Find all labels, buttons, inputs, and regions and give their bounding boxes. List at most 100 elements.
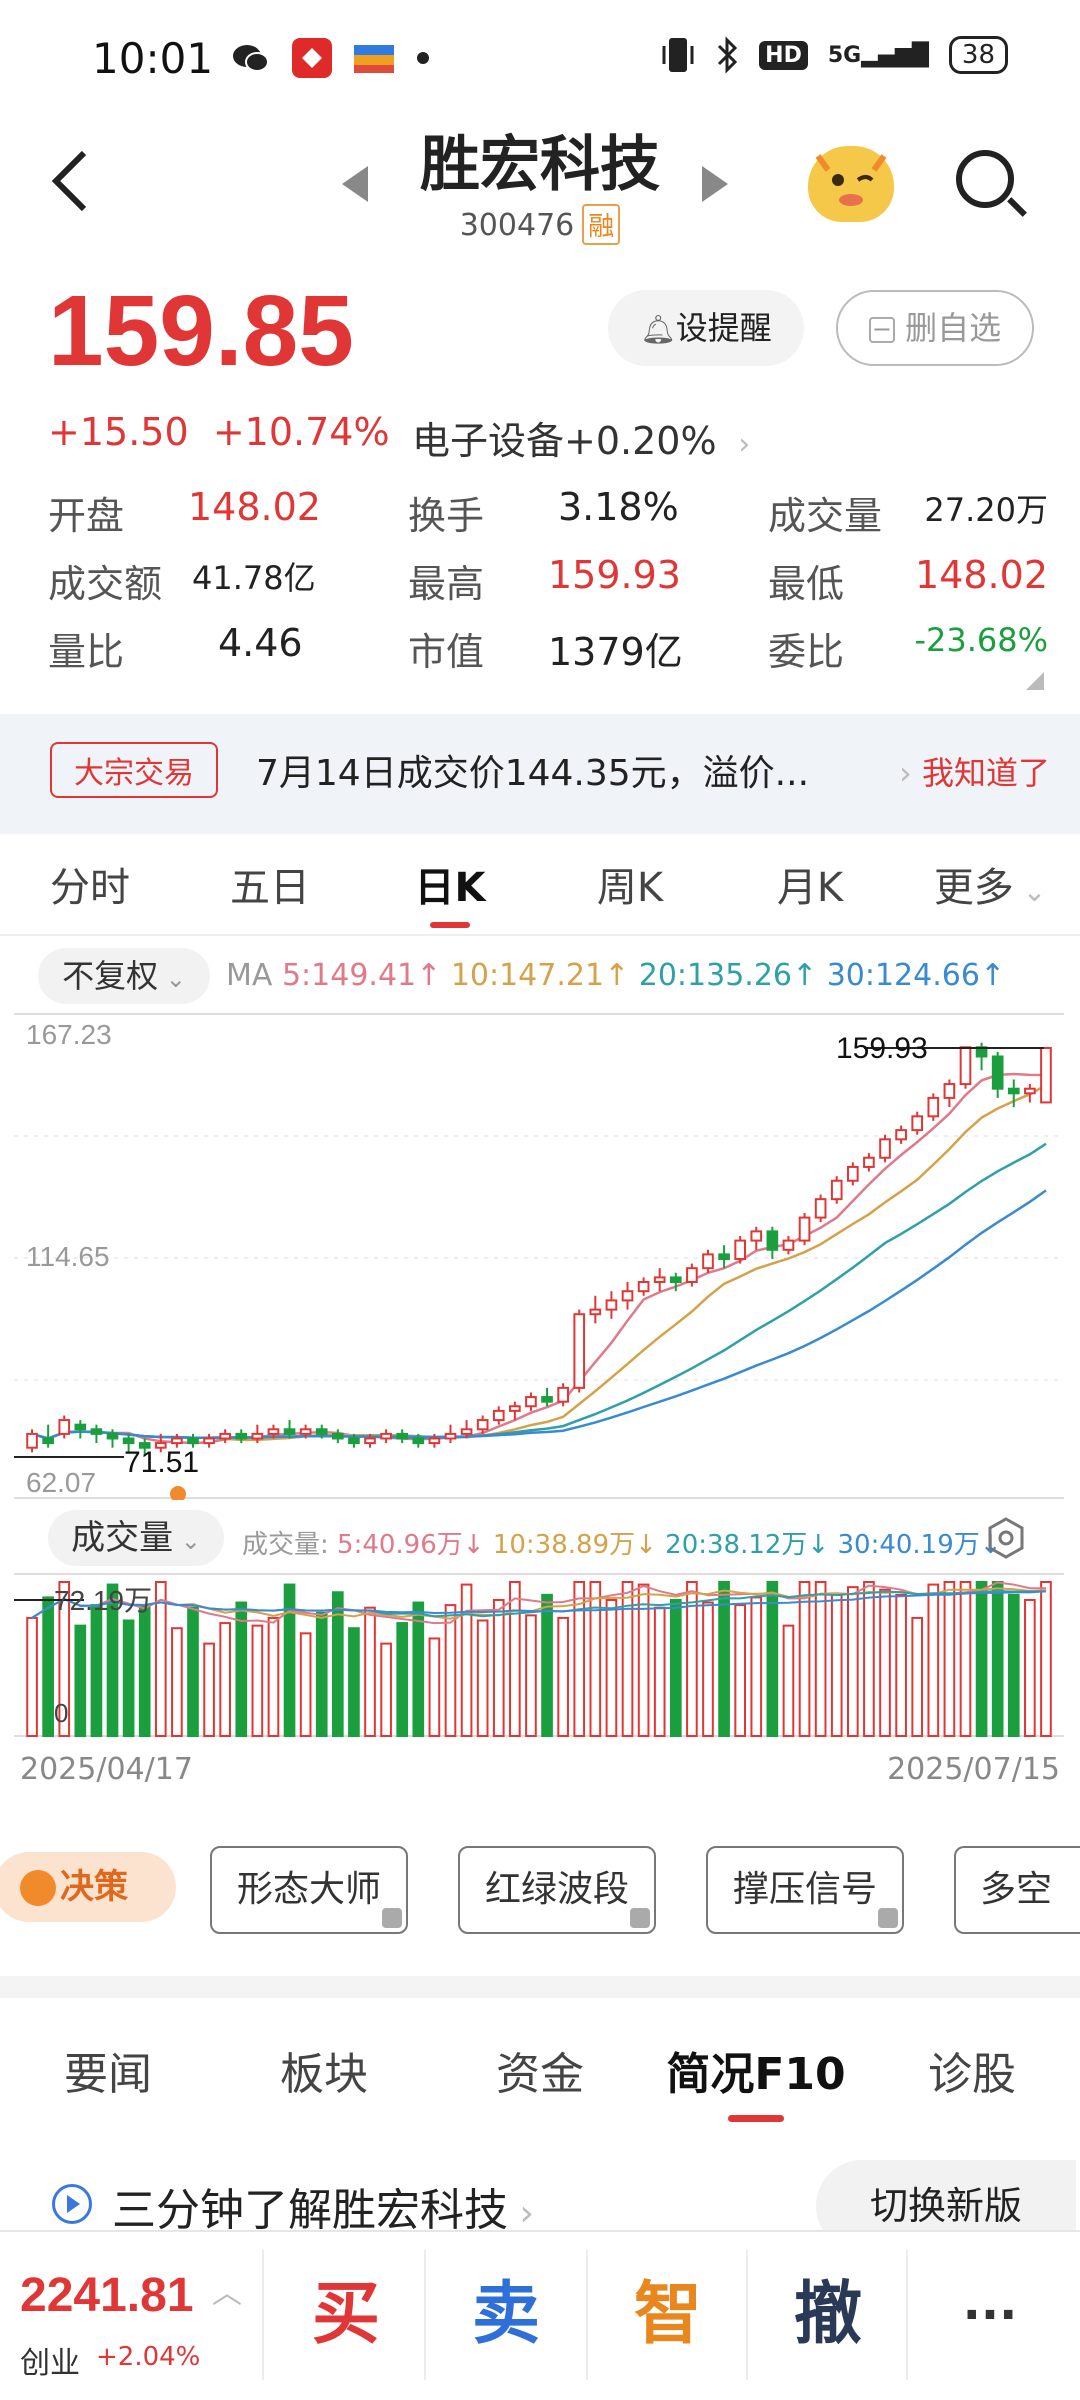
candle: [863, 1156, 875, 1168]
tab-f10[interactable]: 简况F10: [648, 2020, 864, 2130]
sell-button[interactable]: 卖: [426, 2230, 586, 2400]
divider: [906, 2250, 908, 2380]
intro-link[interactable]: 三分钟了解胜宏科技 ›: [112, 2174, 534, 2238]
volume-bar: [653, 1606, 666, 1737]
candle: [396, 1432, 409, 1440]
quote-stats: 开盘 148.02 换手 3.18% 成交量 27.20万 成交额 41.78亿 最高 1…: [48, 478, 1048, 682]
volume-bar: [509, 1581, 521, 1737]
dismiss-banner-button[interactable]: › 我知道了: [899, 748, 1050, 794]
candle: [814, 1198, 827, 1219]
volume-bar: [975, 1581, 988, 1737]
sector-link[interactable]: 电子设备+0.20% ›: [412, 410, 750, 465]
settings-icon[interactable]: [984, 1516, 1028, 1560]
stock-name: 胜宏科技: [420, 130, 660, 200]
candle: [106, 1432, 119, 1440]
candle: [686, 1267, 698, 1284]
cancel-order-button[interactable]: 撤: [748, 2230, 908, 2400]
candle: [299, 1428, 312, 1435]
ma10-line: [31, 1084, 1047, 1442]
volume-bar: [315, 1611, 328, 1737]
candle: [58, 1419, 71, 1435]
volume-bar: [267, 1616, 280, 1737]
change-percent: +10.74%: [212, 410, 390, 454]
block-trade-text: 7月14日成交价144.35元，溢价...: [256, 753, 810, 794]
tab-news[interactable]: 要闻: [0, 2020, 216, 2130]
volume-bar: [943, 1581, 956, 1737]
vol-ma5: 5:40.96万↓: [337, 1530, 485, 1560]
volume-bar: [251, 1624, 264, 1738]
pattern-master-button[interactable]: 形态大师: [210, 1846, 408, 1934]
play-icon[interactable]: [52, 2184, 92, 2224]
kline-chart[interactable]: 167.23 114.65 62.07 159.93 71.51: [14, 1010, 1064, 1500]
volume-bar: [171, 1627, 183, 1738]
volume-prefix: 成交量:: [242, 1530, 329, 1560]
candle: [557, 1386, 569, 1403]
smart-button[interactable]: 智: [588, 2230, 748, 2400]
volume-bar: [1040, 1581, 1052, 1737]
candle: [428, 1437, 441, 1445]
event-dot-icon[interactable]: [170, 1486, 186, 1500]
long-short-button[interactable]: 多空: [954, 1846, 1080, 1934]
volume-indicator-dropdown[interactable]: 成交量 ⌄: [48, 1510, 224, 1566]
stats-row: 量比 4.46 市值 1379亿 委比 -23.68%: [48, 614, 1048, 682]
volume-bar: [154, 1581, 167, 1737]
candle: [541, 1396, 553, 1403]
ma30-line: [31, 1189, 1047, 1440]
volume-bar: [460, 1583, 473, 1738]
set-alert-button[interactable]: 🔔︎设提醒: [608, 290, 804, 366]
volume-bar: [1024, 1598, 1036, 1738]
stat-label: 最低: [768, 561, 845, 606]
candle: [653, 1276, 666, 1284]
stat-label: 开盘: [48, 493, 125, 538]
start-date: 2025/04/17: [20, 1752, 193, 1787]
battery-icon: 38: [948, 36, 1008, 74]
volume-bar: [541, 1593, 553, 1738]
tab-diagnosis[interactable]: 诊股: [864, 2020, 1080, 2130]
volume-chart[interactable]: 72.19万 0: [14, 1572, 1064, 1738]
adjust-dropdown[interactable]: 不复权 ⌄: [38, 948, 210, 1004]
candle: [412, 1437, 425, 1445]
volume-bar: [959, 1581, 972, 1737]
volume-bar: [766, 1581, 779, 1737]
date-axis: 2025/04/17 2025/07/15: [20, 1752, 1060, 1787]
volume-bar: [637, 1583, 650, 1738]
candle: [332, 1432, 344, 1440]
stat-label: 换手: [408, 493, 485, 538]
volume-bar: [203, 1642, 215, 1737]
volume-bar: [412, 1601, 425, 1737]
volume-bar: [187, 1606, 199, 1737]
more-button[interactable]: ···: [910, 2230, 1070, 2400]
lock-icon: [630, 1908, 650, 1928]
vibrate-icon: [662, 38, 694, 72]
minus-box-icon: −: [868, 317, 895, 343]
candle: [895, 1129, 907, 1141]
tab-five-day[interactable]: 五日: [180, 840, 360, 936]
tab-weekly-k[interactable]: 周K: [540, 840, 720, 936]
mascot-icon[interactable]: [808, 146, 894, 222]
tab-intraday[interactable]: 分时: [0, 840, 180, 936]
next-stock-icon[interactable]: [702, 166, 728, 202]
chevron-up-icon[interactable]: ︿: [212, 2268, 242, 2312]
candle: [509, 1405, 521, 1412]
expand-corner-icon[interactable]: [1026, 672, 1044, 690]
margin-badge: 融: [582, 204, 621, 245]
index-value[interactable]: 2241.81: [20, 2268, 194, 2323]
candle: [702, 1253, 714, 1270]
tab-monthly-k[interactable]: 月K: [720, 840, 900, 936]
stat-label: 成交额: [48, 561, 163, 606]
vol-ma30: 30:40.19万↓: [837, 1530, 1002, 1560]
tab-funds[interactable]: 资金: [432, 2020, 648, 2130]
support-resistance-button[interactable]: 撑压信号: [706, 1846, 904, 1934]
tab-daily-k[interactable]: 日K: [360, 840, 540, 936]
remove-watchlist-button[interactable]: − 删自选: [836, 290, 1034, 366]
candle: [637, 1281, 650, 1293]
candle: [943, 1083, 956, 1099]
vol-ma20: 20:38.12万↓: [665, 1530, 830, 1560]
search-icon[interactable]: [956, 150, 1014, 208]
tab-sector[interactable]: 板块: [216, 2020, 432, 2130]
buy-button[interactable]: 买: [266, 2230, 426, 2400]
tab-more[interactable]: 更多 ⌄: [900, 840, 1080, 936]
volume-zero-label: 0: [54, 1698, 68, 1728]
red-green-band-button[interactable]: 红绿波段: [458, 1846, 656, 1934]
low-marker-label: 71.51: [124, 1446, 199, 1479]
